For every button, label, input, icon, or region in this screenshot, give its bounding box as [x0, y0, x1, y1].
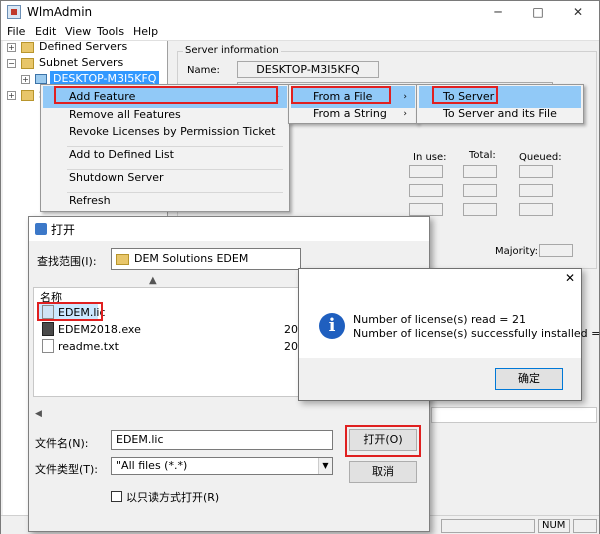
- queued-label: Queued:: [519, 152, 562, 163]
- name-label: Name:: [187, 65, 220, 76]
- install-result-dialog: ✕ i Number of license(s) read = 21 Numbe…: [298, 268, 600, 401]
- name-field: DESKTOP-M3I5KFQ: [237, 61, 379, 78]
- tree-label: Defined Servers: [39, 40, 128, 53]
- queued-field: [519, 203, 553, 216]
- expand-icon[interactable]: +: [7, 43, 16, 52]
- queued-field: [519, 184, 553, 197]
- menu-tools[interactable]: Tools: [97, 24, 124, 40]
- annotation-highlight: [291, 86, 391, 104]
- file-name: EDEM2018.exe: [58, 323, 141, 336]
- app-icon: [7, 5, 21, 19]
- menu-revoke-licenses[interactable]: Revoke Licenses by Permission Ticket: [43, 121, 287, 143]
- close-button[interactable]: ✕: [558, 1, 598, 23]
- filename-input[interactable]: EDEM.lic: [111, 430, 333, 450]
- cancel-button[interactable]: 取消: [349, 461, 417, 483]
- ok-button[interactable]: 确定: [495, 368, 563, 390]
- exe-file-icon: [42, 322, 54, 336]
- dialog-footer: 确定: [299, 358, 581, 400]
- menu-file[interactable]: File: [7, 24, 25, 40]
- menu-edit[interactable]: Edit: [35, 24, 56, 40]
- look-in-combo[interactable]: DEM Solutions EDEM: [111, 248, 301, 270]
- menu-refresh[interactable]: Refresh: [43, 190, 287, 212]
- message-line-2: Number of license(s) successfully instal…: [353, 327, 600, 340]
- total-field: [463, 165, 497, 178]
- sort-up-icon: ▲: [149, 275, 157, 286]
- title-bar: WlmAdmin ─ □ ✕: [1, 1, 599, 23]
- scroll-left-icon[interactable]: ◀: [35, 409, 42, 419]
- menu-view[interactable]: View: [65, 24, 91, 40]
- chevron-right-icon: ›: [403, 109, 407, 119]
- tree-item-defined-servers[interactable]: + Defined Servers: [7, 39, 167, 55]
- folder-icon: [21, 90, 34, 101]
- close-icon[interactable]: ✕: [565, 271, 575, 285]
- file-row-readme[interactable]: readme.txt 201: [38, 338, 305, 355]
- dialog-app-icon: [35, 223, 47, 235]
- menu-to-server-and-file[interactable]: To Server and its File: [419, 103, 581, 125]
- annotation-highlight: [432, 86, 498, 104]
- in-use-field: [409, 165, 443, 178]
- menu-from-a-string[interactable]: From a String ›: [291, 103, 415, 125]
- collapse-icon[interactable]: −: [7, 59, 16, 68]
- num-lock-indicator: NUM: [538, 519, 570, 533]
- total-label: Total:: [469, 150, 496, 161]
- dialog-title-bar: 打开: [29, 217, 429, 241]
- menu-help[interactable]: Help: [133, 24, 158, 40]
- list-header: [431, 407, 597, 423]
- filetype-label: 文件类型(T):: [35, 463, 99, 476]
- in-use-field: [409, 184, 443, 197]
- status-cell: [573, 519, 597, 533]
- majority-field: [539, 244, 573, 257]
- look-in-value: DEM Solutions EDEM: [134, 252, 249, 265]
- chevron-down-icon[interactable]: ▼: [318, 458, 332, 474]
- file-row-edem2018[interactable]: EDEM2018.exe 201: [38, 321, 305, 338]
- annotation-highlight: [54, 86, 278, 104]
- look-in-label: 查找范围(I):: [37, 255, 97, 268]
- total-field: [463, 184, 497, 197]
- filetype-value: "All files (*.*): [116, 459, 188, 472]
- filetype-select[interactable]: "All files (*.*) ▼: [111, 457, 333, 475]
- readonly-label: 以只读方式打开(R): [126, 491, 220, 504]
- total-field: [463, 203, 497, 216]
- in-use-field: [409, 203, 443, 216]
- majority-label: Majority:: [495, 246, 539, 257]
- folder-icon: [21, 42, 34, 53]
- menu-add-to-defined-list[interactable]: Add to Defined List: [43, 144, 287, 166]
- text-file-icon: [42, 339, 54, 353]
- tree-label: Subnet Servers: [39, 56, 124, 69]
- folder-icon: [21, 58, 34, 69]
- dialog-title: 打开: [51, 223, 76, 237]
- tree-item-subnet-servers[interactable]: − Subnet Servers: [7, 55, 167, 71]
- expand-icon[interactable]: +: [7, 91, 16, 100]
- readonly-checkbox[interactable]: [111, 491, 122, 502]
- status-cell: [441, 519, 535, 533]
- annotation-highlight: [345, 425, 421, 457]
- minimize-button[interactable]: ─: [478, 1, 518, 23]
- menu-shutdown-server[interactable]: Shutdown Server: [43, 167, 287, 189]
- file-name: readme.txt: [58, 340, 119, 353]
- annotation-highlight: [37, 302, 103, 321]
- menu-label: From a String: [313, 107, 387, 120]
- group-title: Server information: [183, 45, 281, 56]
- window-title: WlmAdmin: [27, 5, 93, 19]
- folder-icon: [116, 254, 129, 265]
- in-use-label: In use:: [413, 152, 447, 163]
- message-line-1: Number of license(s) read = 21: [353, 313, 526, 326]
- queued-field: [519, 165, 553, 178]
- filename-label: 文件名(N):: [35, 437, 89, 450]
- computer-icon: [35, 74, 47, 84]
- expand-icon[interactable]: +: [21, 75, 30, 84]
- info-icon: i: [319, 313, 345, 339]
- maximize-button[interactable]: □: [518, 1, 558, 23]
